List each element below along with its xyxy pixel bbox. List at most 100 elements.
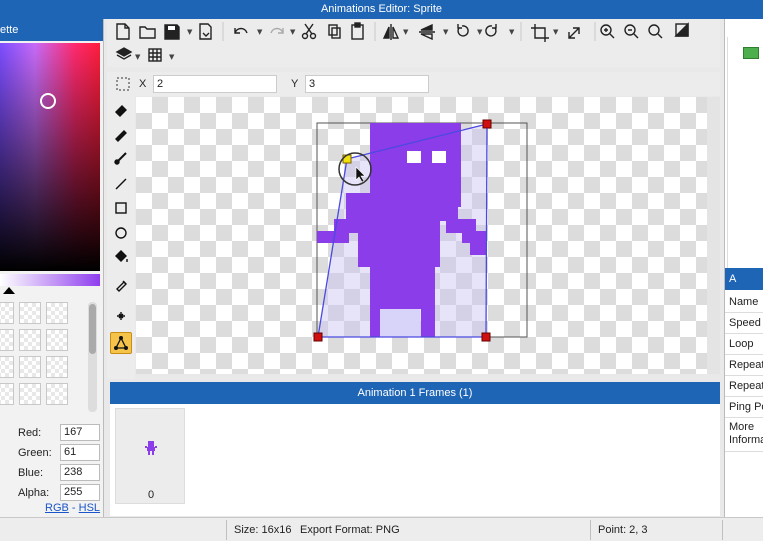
brush-icon[interactable] [114,152,127,165]
property-more-info[interactable]: More Informa [725,418,763,452]
crop-icon[interactable] [531,24,549,42]
grid-icon[interactable] [148,48,162,62]
alpha-field[interactable]: 255 [60,484,100,501]
perspective-tool-button[interactable] [110,332,132,354]
canvas-scrollbar[interactable] [707,97,720,374]
swatch[interactable] [46,383,68,405]
swatch[interactable] [19,383,41,405]
property-repeat[interactable]: Repeat [725,355,763,376]
swatch[interactable] [46,356,68,378]
redo-icon[interactable] [270,27,284,34]
status-export-format: Export Format: PNG [300,524,400,536]
line-icon[interactable] [115,178,127,190]
drawing-canvas[interactable] [136,97,707,374]
palette-scrollbar[interactable] [88,302,97,412]
swatch[interactable] [0,356,14,378]
blue-label: Blue: [18,467,44,479]
green-field[interactable]: 61 [60,444,100,461]
green-label: Green: [18,447,52,459]
blue-field[interactable]: 238 [60,464,100,481]
hue-slider-handle-icon[interactable] [3,287,15,294]
y-input[interactable]: 3 [305,75,429,93]
hue-slider[interactable] [0,274,100,286]
flip-horizontal-icon[interactable] [382,24,400,40]
swatch[interactable] [46,302,68,324]
zoom-fit-icon[interactable] [648,24,663,39]
export-icon[interactable] [199,23,212,40]
toolbar-icons: ▼ ▼ ▼ ▼ ▼ ▼ ▼ ▼ ▼ ▼ [115,22,689,62]
eyedropper-icon[interactable] [116,280,127,292]
status-size: Size: 16x16 [234,524,292,536]
color-mode-links: RGB - HSL [45,502,100,514]
window-title: Animations Editor: Sprite [0,0,763,19]
property-repeat-2[interactable]: Repeat [725,376,763,397]
swatch[interactable] [0,383,14,405]
perspective-icon [114,336,128,350]
x-label: X [139,78,147,90]
contrast-icon[interactable] [674,22,689,37]
fill-icon[interactable] [115,250,128,262]
rotate-left-icon[interactable] [457,24,469,37]
pencil-icon[interactable] [115,130,127,142]
main-toolbar: ▼ ▼ ▼ ▼ ▼ ▼ ▼ ▼ ▼ ▼ [107,19,720,67]
undo-icon[interactable] [234,27,248,34]
transform-icon[interactable] [117,312,125,320]
alpha-label: Alpha: [18,487,50,499]
x-input[interactable]: 2 [153,75,277,93]
properties-title: A [725,268,763,290]
property-ping-pong[interactable]: Ping Po [725,397,763,418]
svg-text:▼: ▼ [403,28,409,36]
svg-text:▼: ▼ [553,28,559,36]
property-speed[interactable]: Speed [725,313,763,334]
property-name[interactable]: Name [725,292,763,313]
save-icon[interactable] [164,24,180,40]
swatch[interactable] [19,329,41,351]
selection-icon[interactable] [116,77,130,91]
layers-icon[interactable] [115,47,133,60]
rectangle-icon[interactable] [115,202,127,214]
palette-scrollbar-thumb[interactable] [89,304,96,354]
layer-thumbnail[interactable] [743,47,759,59]
open-folder-icon[interactable] [139,26,156,39]
hsl-link[interactable]: HSL [79,502,100,514]
svg-text:▼: ▼ [290,28,296,36]
copy-icon[interactable] [328,24,341,39]
status-separator [226,520,227,540]
coordinate-bar: X 2 Y 3 [107,72,720,96]
palette-title: ette [0,19,103,41]
svg-text:▼: ▼ [169,53,175,61]
swatch[interactable] [0,302,14,324]
new-file-icon[interactable] [116,23,130,40]
swatch[interactable] [46,329,68,351]
zoom-in-icon[interactable] [600,24,615,39]
swatch[interactable] [0,329,14,351]
frames-title: Animation 1 Frames (1) [110,382,720,404]
flip-vertical-icon[interactable] [419,23,435,41]
swatch[interactable] [19,356,41,378]
frame-preview [145,441,157,455]
ellipse-icon[interactable] [115,227,127,239]
rotate-right-icon[interactable] [485,24,497,37]
status-bar: Size: 16x16 Export Format: PNG Point: 2,… [0,517,763,541]
spectrum-handle[interactable] [40,93,56,109]
color-spectrum[interactable] [0,43,100,271]
swatch[interactable] [19,302,41,324]
eraser-icon[interactable] [115,105,127,117]
svg-text:▼: ▼ [257,28,263,36]
svg-text:▼: ▼ [477,28,483,36]
cut-icon[interactable] [301,23,317,40]
property-loop[interactable]: Loop [725,334,763,355]
svg-text:▼: ▼ [135,53,141,61]
resize-icon[interactable] [568,27,580,39]
frame-index: 0 [147,489,155,501]
zoom-out-icon[interactable] [624,24,639,39]
frames-panel: 0 [110,404,720,516]
frame-thumbnail[interactable]: 0 [115,408,185,504]
svg-text:▼: ▼ [187,28,193,36]
rgb-link[interactable]: RGB [45,502,69,514]
palette-panel: ette Red: 167 Green: 61 Blue: 238 Alpha:… [0,19,104,517]
paste-icon[interactable] [351,22,364,40]
red-field[interactable]: 167 [60,424,100,441]
status-separator [722,520,723,540]
status-separator [590,520,591,540]
